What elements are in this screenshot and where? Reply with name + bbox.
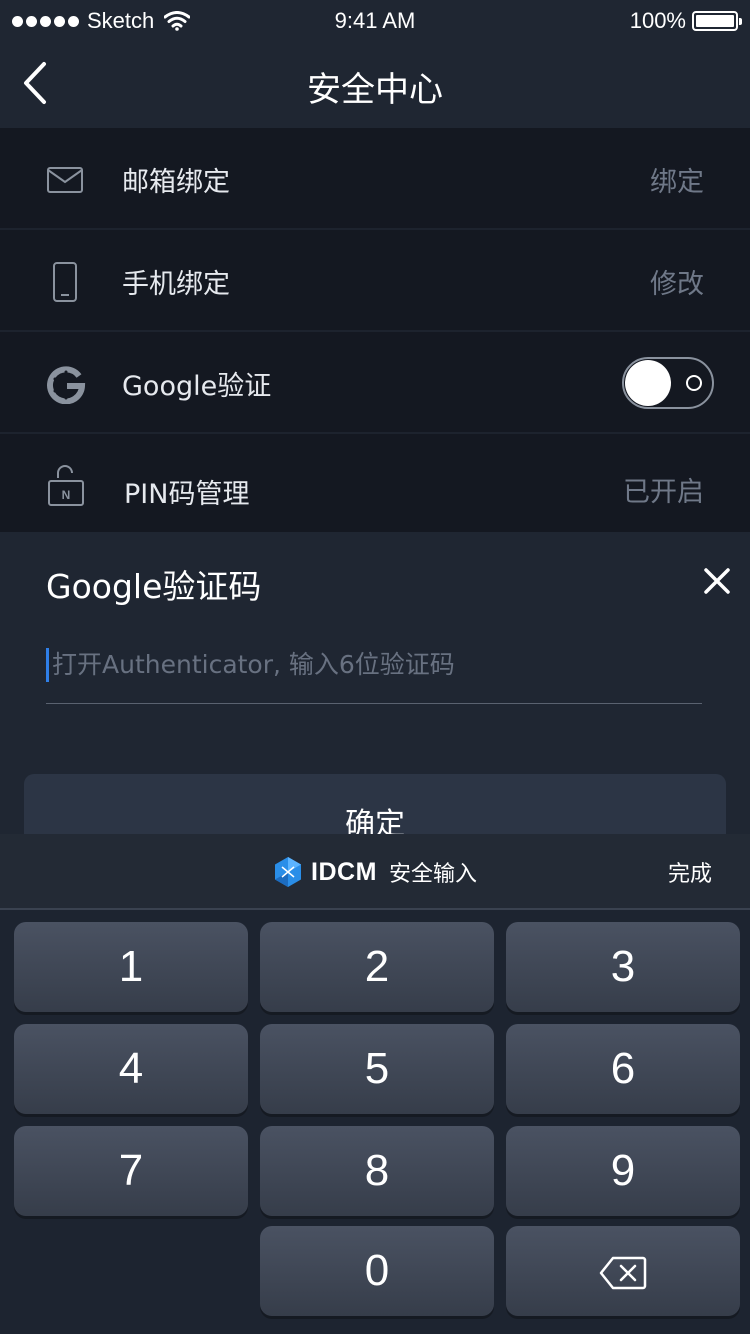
phone-icon [53, 262, 77, 302]
security-list: 邮箱绑定 绑定 手机绑定 修改 Google验证 N PIN码管理 已开启 [0, 128, 750, 536]
key-delete[interactable] [506, 1226, 740, 1316]
close-icon [704, 568, 730, 594]
modify-phone-link[interactable]: 修改 [650, 262, 704, 301]
pin-lock-icon: N [48, 465, 84, 506]
list-item-pin[interactable]: N PIN码管理 已开启 [0, 434, 750, 536]
battery-icon [692, 11, 742, 31]
brand-name: IDCM [311, 857, 377, 886]
bind-email-link[interactable]: 绑定 [650, 160, 704, 199]
key-8[interactable]: 8 [260, 1126, 494, 1216]
list-item-phone[interactable]: 手机绑定 修改 [0, 230, 750, 332]
numeric-keypad: 1 2 3 4 5 6 7 8 9 0 [0, 910, 750, 1334]
list-item-label: Google验证 [122, 371, 272, 402]
key-7[interactable]: 7 [14, 1126, 248, 1216]
key-9[interactable]: 9 [506, 1126, 740, 1216]
close-button[interactable] [702, 566, 732, 596]
list-item-label: 邮箱绑定 [122, 167, 230, 198]
key-3[interactable]: 3 [506, 922, 740, 1012]
brand-subtitle: 安全输入 [388, 862, 477, 887]
key-1[interactable]: 1 [14, 922, 248, 1012]
toggle-knob [625, 360, 671, 406]
status-bar: Sketch 9:41 AM 100% [0, 0, 750, 42]
key-4[interactable]: 4 [14, 1024, 248, 1114]
status-right: 100% [629, 8, 742, 34]
list-item-email[interactable]: 邮箱绑定 绑定 [0, 128, 750, 230]
nav-bar: 安全中心 [0, 42, 750, 128]
backspace-icon [599, 1257, 647, 1290]
list-item-label: PIN码管理 [124, 479, 250, 510]
pin-icon-letter: N [62, 488, 71, 502]
list-item-label: 手机绑定 [122, 269, 230, 300]
sheet-title: Google验证码 [46, 567, 262, 606]
page-title: 安全中心 [307, 70, 443, 110]
google-code-input[interactable] [52, 642, 692, 686]
pin-status[interactable]: 已开启 [623, 470, 704, 509]
idcm-logo-icon [275, 857, 302, 887]
list-item-google-auth: Google验证 [0, 332, 750, 434]
toggle-off-indicator [686, 375, 702, 391]
mail-icon [47, 167, 83, 193]
battery-percent: 100% [629, 8, 686, 33]
key-0[interactable]: 0 [260, 1226, 494, 1316]
keyboard-toolbar: IDCM 安全输入 完成 [0, 834, 750, 910]
key-6[interactable]: 6 [506, 1024, 740, 1114]
text-caret [46, 648, 49, 682]
keyboard-brand: IDCM 安全输入 [0, 856, 750, 888]
google-icon [47, 366, 86, 404]
google-auth-toggle[interactable] [622, 357, 714, 409]
key-2[interactable]: 2 [260, 922, 494, 1012]
code-input-wrapper [46, 642, 702, 704]
keyboard-done-button[interactable]: 完成 [668, 856, 712, 888]
key-5[interactable]: 5 [260, 1024, 494, 1114]
